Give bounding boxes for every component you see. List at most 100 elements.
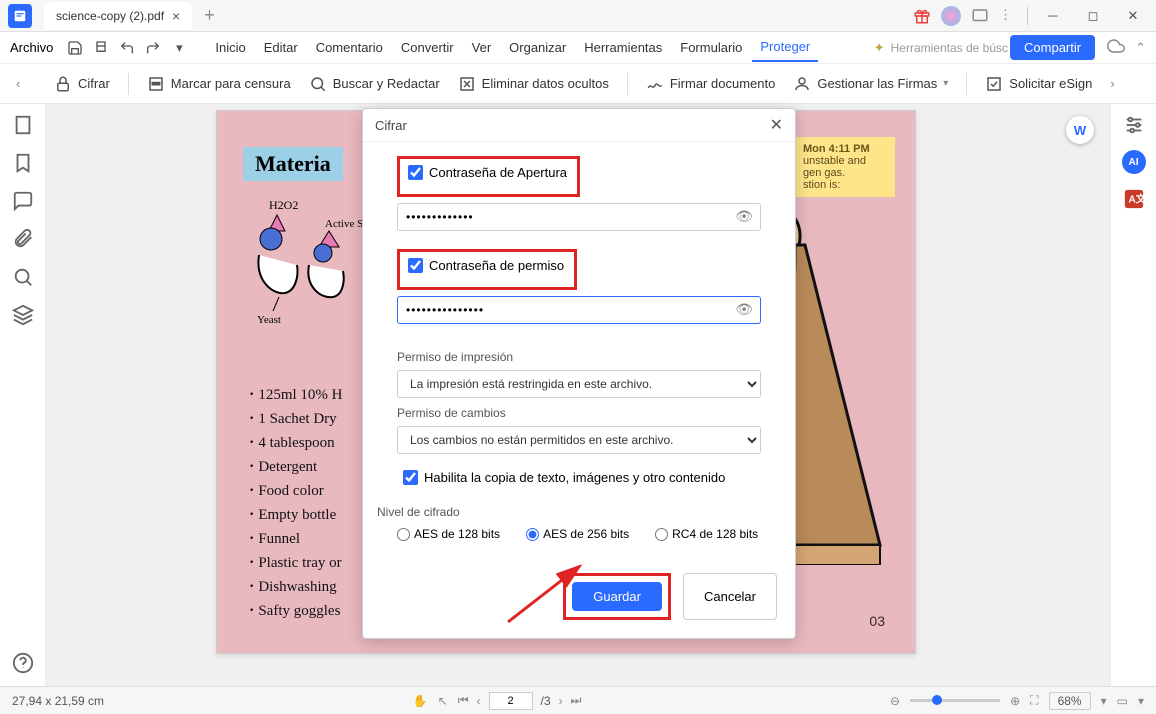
ribbon-gestionar[interactable]: Gestionar las Firmas▾ bbox=[793, 75, 948, 93]
zoom-in-button[interactable]: ⊕ bbox=[1010, 694, 1020, 708]
bookmarks-icon[interactable] bbox=[12, 152, 34, 174]
zoom-dropdown-icon[interactable]: ▾ bbox=[1101, 694, 1107, 708]
view-mode-icon[interactable]: ▭ bbox=[1117, 694, 1128, 708]
svg-text:Yeast: Yeast bbox=[257, 314, 281, 326]
print-permission-select[interactable]: La impresión está restringida en este ar… bbox=[397, 370, 761, 398]
eye-icon[interactable]: 👁 bbox=[735, 208, 753, 225]
redo-icon[interactable] bbox=[141, 36, 165, 60]
ribbon-eliminar[interactable]: Eliminar datos ocultos bbox=[458, 75, 609, 93]
expand-icon[interactable]: ▾ bbox=[167, 36, 191, 60]
ribbon-solicitar[interactable]: Solicitar eSign bbox=[985, 75, 1092, 93]
translate-icon[interactable]: A文 bbox=[1123, 188, 1145, 210]
permission-password-label: Contraseña de permiso bbox=[429, 258, 564, 273]
search-tools-hint[interactable]: Herramientas de búsc bbox=[891, 41, 1008, 55]
ribbon-solicitar-label: Solicitar eSign bbox=[1009, 76, 1092, 91]
word-export-badge[interactable]: W bbox=[1066, 116, 1094, 144]
layers-icon[interactable] bbox=[12, 304, 34, 326]
eye-icon[interactable]: 👁 bbox=[735, 301, 753, 318]
menu-formulario[interactable]: Formulario bbox=[672, 34, 750, 61]
close-tab-icon[interactable]: × bbox=[172, 8, 180, 24]
new-tab-button[interactable]: + bbox=[204, 5, 215, 26]
rc4128-radio[interactable]: RC4 de 128 bits bbox=[655, 527, 758, 541]
dialog-title: Cifrar bbox=[375, 118, 407, 133]
save-icon[interactable] bbox=[63, 36, 87, 60]
right-sidebar: AI A文 bbox=[1110, 104, 1156, 686]
user-avatar[interactable] bbox=[941, 6, 961, 26]
kebab-menu-icon[interactable]: ⋮ bbox=[999, 7, 1017, 25]
change-permission-select[interactable]: Los cambios no están permitidos en este … bbox=[397, 426, 761, 454]
comment-icon[interactable] bbox=[971, 7, 989, 25]
ribbon-gestionar-label: Gestionar las Firmas bbox=[817, 76, 937, 91]
aes128-radio[interactable]: AES de 128 bits bbox=[397, 527, 500, 541]
select-tool-icon[interactable]: ↖ bbox=[438, 694, 448, 708]
ribbon-cifrar[interactable]: Cifrar bbox=[54, 75, 110, 93]
ribbon-marcar-label: Marcar para censura bbox=[171, 76, 291, 91]
heading-materia: Materia bbox=[243, 147, 343, 181]
menu-editar[interactable]: Editar bbox=[256, 34, 306, 61]
comments-icon[interactable] bbox=[12, 190, 34, 212]
open-password-checkbox-row[interactable]: Contraseña de Apertura bbox=[402, 161, 573, 184]
attachments-icon[interactable] bbox=[12, 228, 34, 250]
zoom-slider[interactable] bbox=[910, 699, 1000, 702]
last-page-button[interactable]: ⏭ bbox=[571, 693, 582, 708]
properties-icon[interactable] bbox=[1123, 114, 1145, 136]
cancel-button[interactable]: Cancelar bbox=[683, 573, 777, 620]
menu-convertir[interactable]: Convertir bbox=[393, 34, 462, 61]
list-item: Plastic tray or bbox=[249, 551, 343, 575]
annotation-arrow bbox=[502, 558, 592, 628]
next-page-button[interactable]: › bbox=[559, 694, 563, 708]
svg-text:Active S: Active S bbox=[325, 218, 363, 230]
menu-inicio[interactable]: Inicio bbox=[207, 34, 253, 61]
menu-herramientas[interactable]: Herramientas bbox=[576, 34, 670, 61]
gift-icon[interactable] bbox=[913, 7, 931, 25]
menu-ver[interactable]: Ver bbox=[464, 34, 500, 61]
close-window-button[interactable]: ✕ bbox=[1118, 1, 1148, 31]
encrypt-level-label: Nivel de cifrado bbox=[377, 505, 761, 519]
enable-copy-checkbox[interactable] bbox=[403, 470, 418, 485]
zoom-level[interactable]: 68% bbox=[1049, 692, 1091, 710]
permission-password-checkbox[interactable] bbox=[408, 258, 423, 273]
file-menu[interactable]: Archivo bbox=[10, 40, 53, 55]
page-number-input[interactable] bbox=[489, 692, 533, 710]
minimize-button[interactable]: ─ bbox=[1038, 1, 1068, 31]
open-password-input[interactable] bbox=[397, 203, 761, 231]
chevron-up-icon[interactable]: ⌃ bbox=[1135, 40, 1146, 56]
maximize-button[interactable]: ◻ bbox=[1078, 1, 1108, 31]
ribbon-firmar[interactable]: Firmar documento bbox=[646, 75, 775, 93]
page-number: 03 bbox=[869, 613, 885, 629]
ribbon-scroll-right[interactable]: › bbox=[1110, 76, 1130, 91]
fit-page-icon[interactable]: ⛶ bbox=[1030, 693, 1038, 708]
help-icon[interactable] bbox=[12, 652, 34, 674]
undo-icon[interactable] bbox=[115, 36, 139, 60]
permission-password-input[interactable] bbox=[397, 296, 761, 324]
list-item: Dishwashing bbox=[249, 575, 343, 599]
prev-page-button[interactable]: ‹ bbox=[477, 694, 481, 708]
menu-proteger[interactable]: Proteger bbox=[752, 33, 818, 62]
ribbon-scroll-left[interactable]: ‹ bbox=[16, 76, 36, 91]
ribbon-buscar[interactable]: Buscar y Redactar bbox=[309, 75, 440, 93]
open-password-checkbox[interactable] bbox=[408, 165, 423, 180]
thumbnails-icon[interactable] bbox=[12, 114, 34, 136]
dialog-close-button[interactable]: ✕ bbox=[770, 115, 783, 135]
search-panel-icon[interactable] bbox=[12, 266, 34, 288]
enable-copy-label: Habilita la copia de texto, imágenes y o… bbox=[424, 470, 725, 485]
ai-badge-icon[interactable]: AI bbox=[1122, 150, 1146, 174]
hand-tool-icon[interactable]: ✋ bbox=[413, 694, 428, 708]
aes128-label: AES de 128 bits bbox=[414, 527, 500, 541]
menubar: Archivo ▾ Inicio Editar Comentario Conve… bbox=[0, 32, 1156, 64]
ribbon-marcar[interactable]: Marcar para censura bbox=[147, 75, 291, 93]
print-icon[interactable] bbox=[89, 36, 113, 60]
view-dropdown-icon[interactable]: ▾ bbox=[1138, 694, 1144, 708]
zoom-out-button[interactable]: ⊖ bbox=[890, 694, 900, 708]
first-page-button[interactable]: ⏮ bbox=[458, 693, 469, 708]
page-dimensions: 27,94 x 21,59 cm bbox=[12, 694, 104, 708]
menu-comentario[interactable]: Comentario bbox=[308, 34, 391, 61]
menu-organizar[interactable]: Organizar bbox=[501, 34, 574, 61]
cloud-icon[interactable] bbox=[1107, 37, 1125, 58]
document-tab[interactable]: science-copy (2).pdf × bbox=[44, 2, 192, 30]
permission-password-checkbox-row[interactable]: Contraseña de permiso bbox=[402, 254, 570, 277]
list-item: Safty goggles bbox=[249, 599, 343, 623]
share-button[interactable]: Compartir bbox=[1010, 35, 1095, 60]
aes256-radio[interactable]: AES de 256 bits bbox=[526, 527, 629, 541]
enable-copy-checkbox-row[interactable]: Habilita la copia de texto, imágenes y o… bbox=[397, 466, 761, 489]
